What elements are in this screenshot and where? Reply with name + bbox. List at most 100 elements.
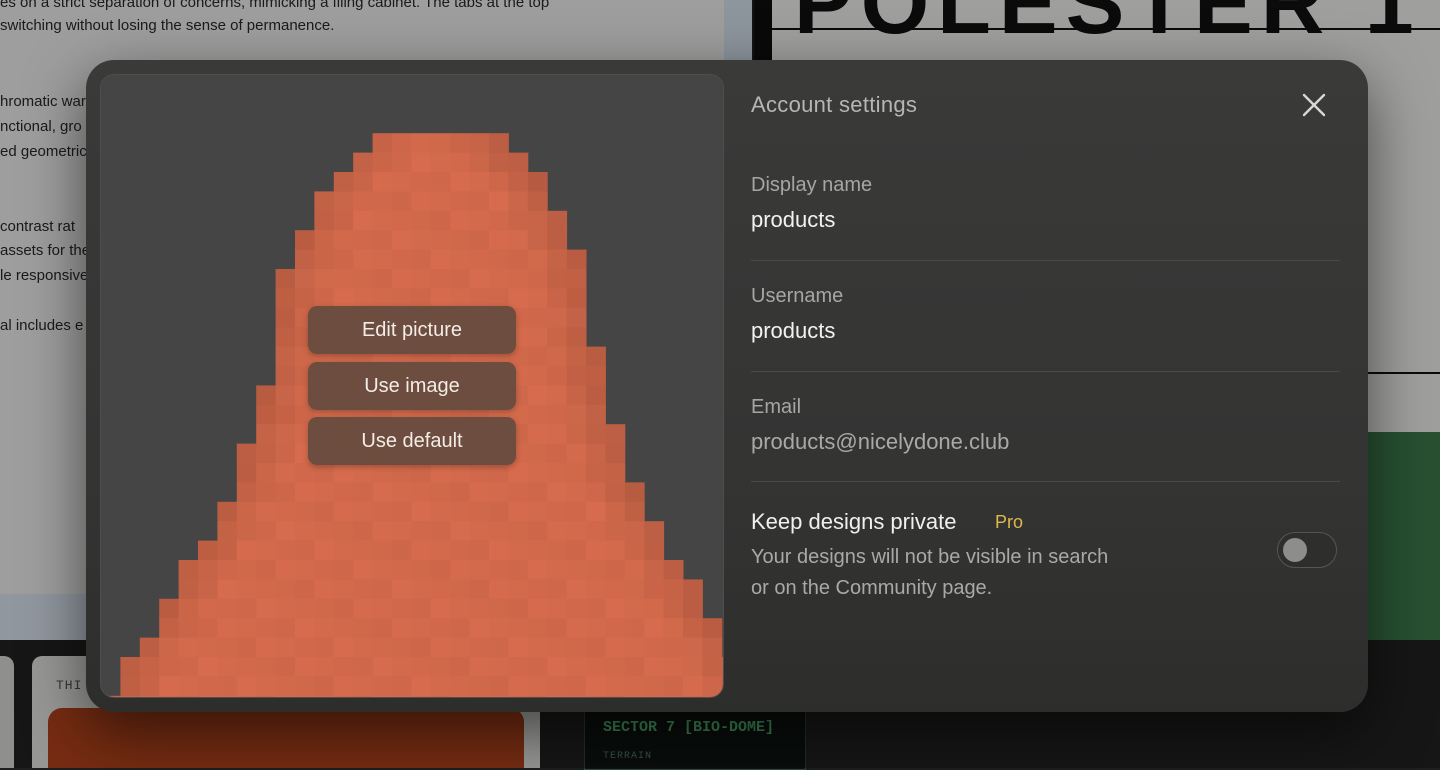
avatar-pixel [586,598,606,619]
avatar-pixel [527,695,548,697]
avatar-pixel [527,172,548,192]
display-name-field[interactable]: Display name products [751,174,1340,233]
avatar-pixel [508,249,529,270]
avatar-pixel [683,637,703,658]
avatar-pixel [295,657,315,677]
avatar-pixel [450,152,471,173]
avatar-pixel [586,560,606,580]
avatar-pixel [353,540,374,561]
avatar-pixel [527,560,548,580]
avatar-pixel [275,307,296,328]
avatar-pixel [314,249,335,270]
avatar-pixel [644,637,665,658]
avatar-pixel [275,366,296,386]
avatar-pixel [333,579,354,600]
avatar-pixel [353,269,374,289]
avatar-pixel [411,618,432,639]
use-image-button[interactable]: Use image [308,361,516,410]
avatar-pixel [372,540,393,561]
avatar-pixel [663,657,684,677]
avatar-pixel [295,501,315,522]
avatar-pixel [566,598,587,619]
avatar-pixel [547,210,568,231]
avatar-pixel [566,346,587,367]
avatar-pixel [256,521,277,542]
avatar-pixel [489,152,509,173]
avatar-pixel [624,521,645,542]
avatar-pixel [586,385,606,406]
display-name-value[interactable]: products [751,207,1340,233]
avatar-pixel [392,152,412,173]
avatar-pixel [527,540,548,561]
avatar-pixel [256,598,277,619]
avatar-pixel [353,482,374,503]
avatar-pixel [644,676,665,697]
avatar-pixel [683,579,703,600]
avatar-pixel [547,560,568,580]
avatar-pixel [333,501,354,522]
avatar-pixel [159,637,180,658]
avatar-pixel [586,346,606,367]
avatar-pixel [566,540,587,561]
username-value[interactable]: products [751,318,1340,344]
avatar-pixel [411,676,432,697]
profile-picture-preview[interactable]: Edit picture Use image Use default [100,74,724,698]
avatar-pixel [314,560,335,580]
avatar-pixel [430,133,451,154]
avatar-pixel [605,463,626,483]
avatar-pixel [392,560,412,580]
avatar-pixel [275,404,296,425]
avatar-pixel [430,172,451,192]
avatar-pixel [430,521,451,542]
avatar-pixel [139,657,160,677]
avatar-pixel [256,579,277,600]
avatar-pixel [605,657,626,677]
avatar-pixel [508,172,529,192]
avatar-pixel [721,695,723,697]
keep-private-toggle[interactable] [1277,532,1337,568]
avatar-pixel [430,269,451,289]
avatar-pixel [392,657,412,677]
avatar-pixel [566,560,587,580]
username-field[interactable]: Username products [751,285,1340,344]
avatar-pixel [411,133,432,154]
avatar-pixel [411,191,432,212]
avatar-pixel [450,579,471,600]
avatar-pixel [489,618,509,639]
avatar-pixel [120,657,141,677]
avatar-pixel [586,676,606,697]
avatar-pixel [372,230,393,251]
avatar-pixel [430,230,451,251]
divider [751,481,1340,482]
avatar-pixel [469,521,490,542]
avatar-pixel [256,540,277,561]
avatar-pixel [314,676,335,697]
avatar-pixel [198,695,218,697]
avatar-pixel [489,657,509,677]
close-icon[interactable] [1299,90,1329,120]
settings-panel: Account settings Display name products U… [751,60,1340,712]
avatar-pixel [333,269,354,289]
avatar-pixel [508,579,529,600]
avatar-pixel [411,540,432,561]
avatar-pixel [159,657,180,677]
avatar-pixel [236,501,257,522]
avatar-pixel [547,463,568,483]
avatar-pixel [527,463,548,483]
avatar-pixel [508,521,529,542]
avatar-pixel [333,482,354,503]
avatar-pixel [566,501,587,522]
avatar-pixel [450,618,471,639]
avatar-pixel [547,404,568,425]
avatar-pixel [566,463,587,483]
avatar-pixel [295,540,315,561]
avatar-pixel [450,560,471,580]
use-default-button[interactable]: Use default [308,417,516,465]
avatar-pixel [624,657,645,677]
avatar-pixel [178,676,199,697]
avatar-pixel [566,424,587,445]
edit-picture-button[interactable]: Edit picture [308,306,516,354]
avatar-pixel [450,269,471,289]
avatar-pixel [702,657,723,677]
avatar-pixel [333,637,354,658]
